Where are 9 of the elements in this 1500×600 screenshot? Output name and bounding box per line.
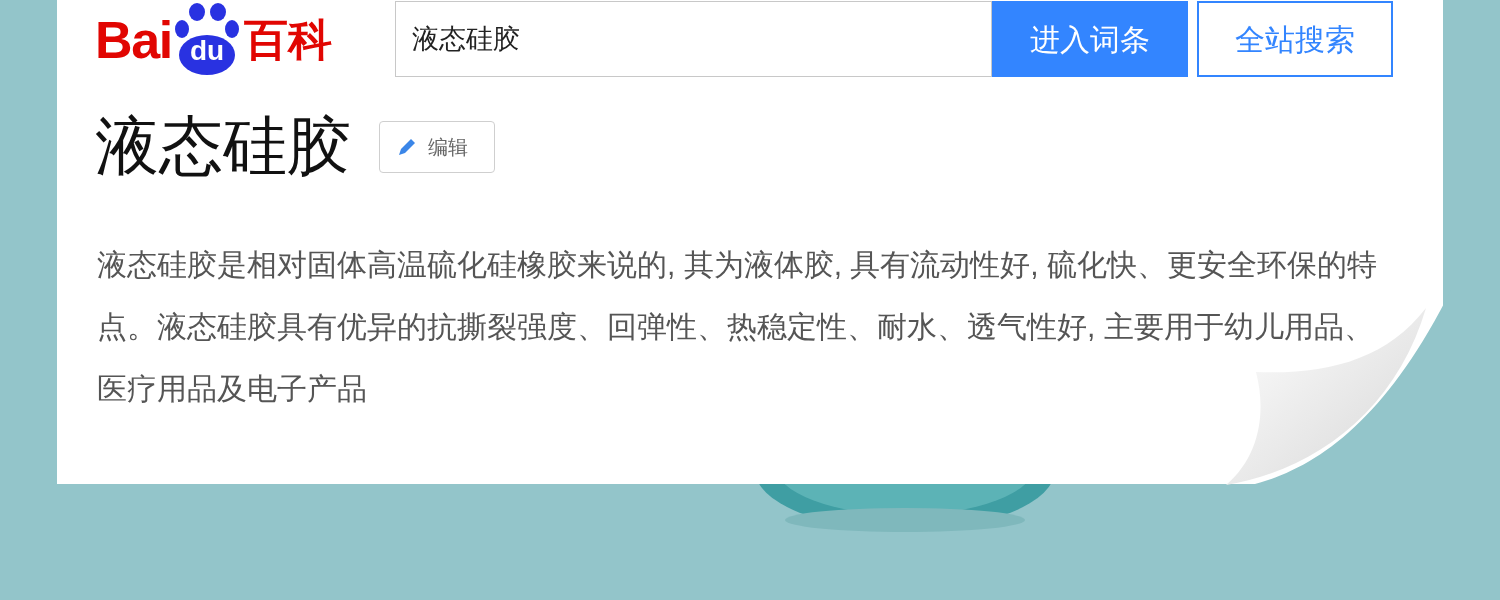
entry-title: 液态硅胶: [95, 109, 351, 184]
logo-text: 百科: [244, 18, 333, 62]
edit-button[interactable]: 编辑: [379, 121, 495, 173]
pencil-icon: [396, 136, 418, 158]
summary-paragraph: 液态硅胶是相对固体高温硫化硅橡胶来说的, 其为液体胶, 具有流动性好, 硫化快、更安全环保的特点。液态硅胶具有优异的抗撕裂强度、回弹性、热稳定性、耐水、透气性好, 主要用于幼儿用品、医疗用品及电子产品: [97, 247, 1378, 407]
enter-entry-button[interactable]: 进入词条: [992, 1, 1188, 77]
search-field[interactable]: 液态硅胶: [395, 1, 992, 77]
logo-text: Bai: [95, 14, 173, 66]
site-search-button[interactable]: 全站搜索: [1197, 1, 1393, 77]
